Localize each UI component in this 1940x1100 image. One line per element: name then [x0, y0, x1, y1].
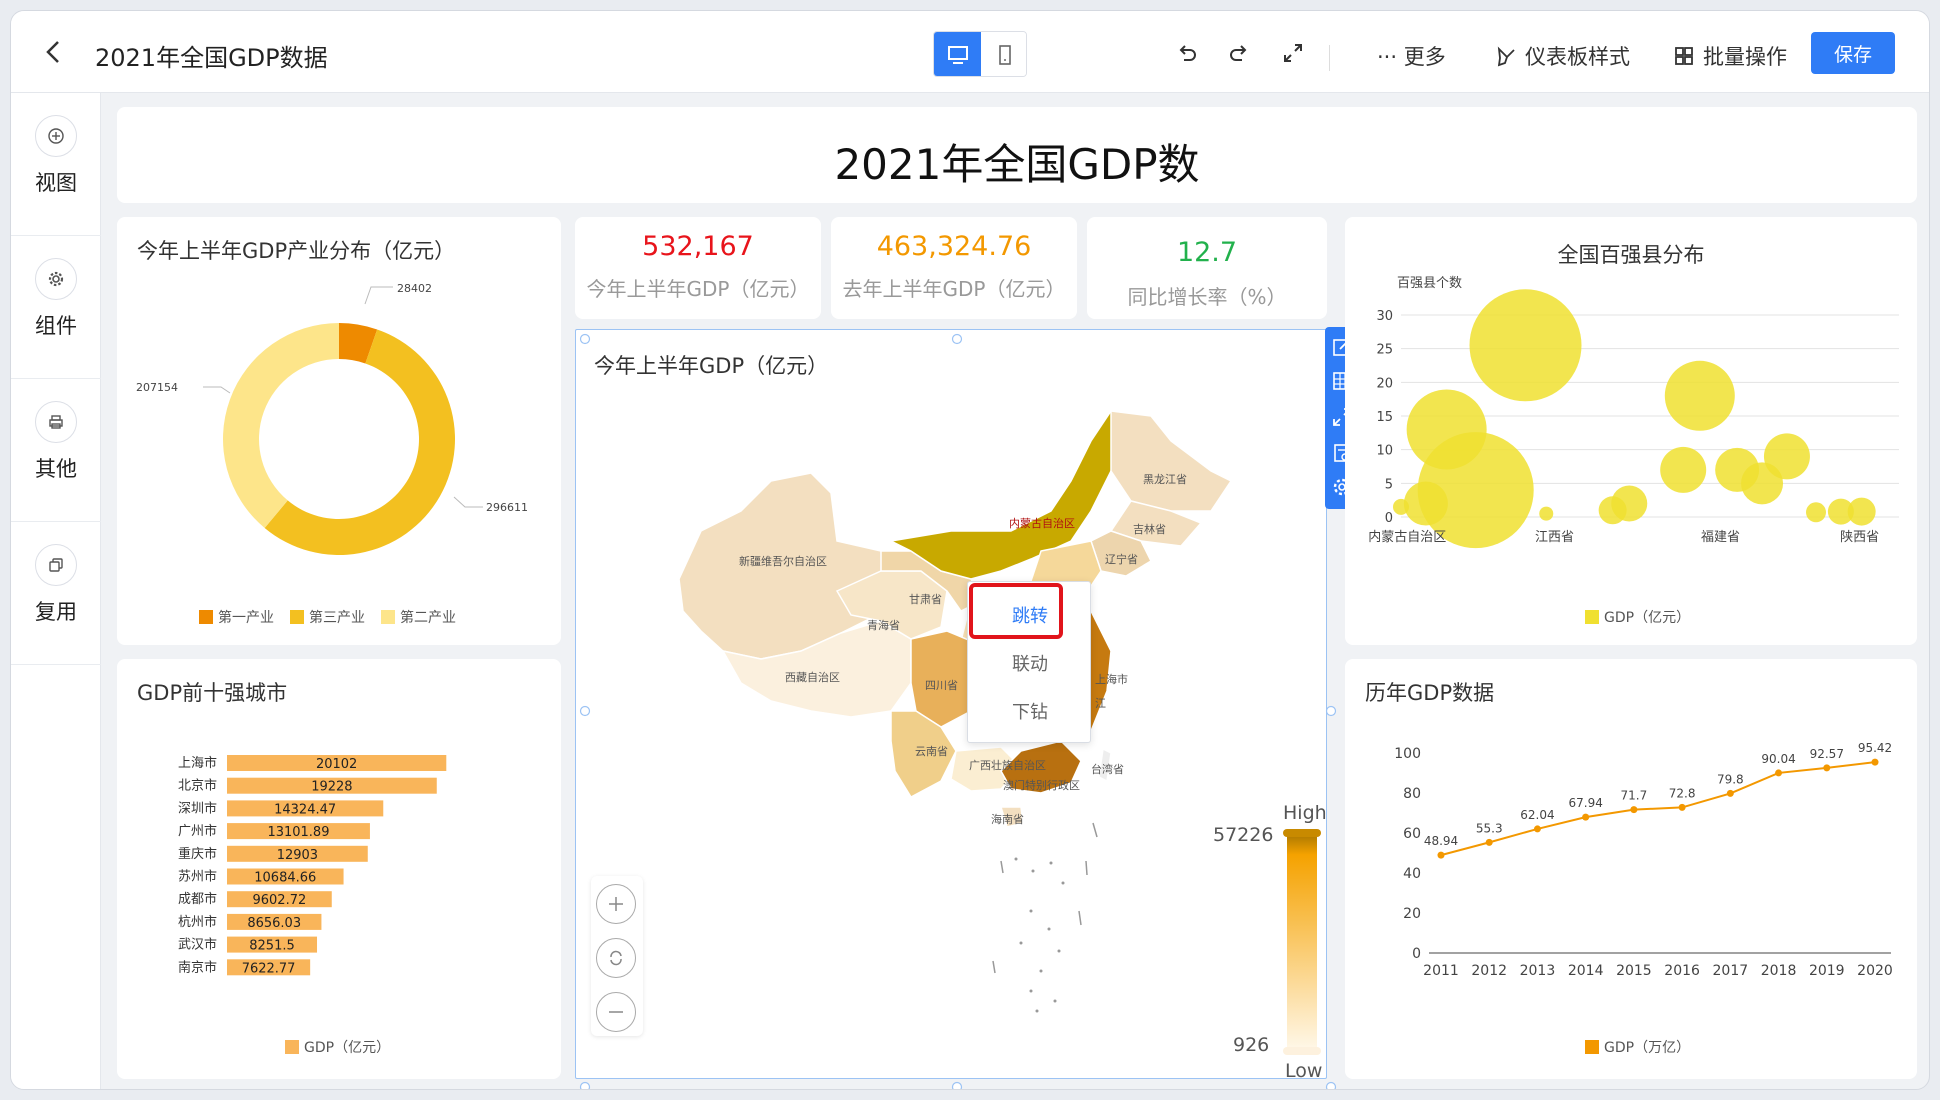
bubble[interactable]: [1611, 485, 1648, 522]
legend-label: GDP（万亿）: [1604, 1040, 1691, 1056]
y-tick-label: 15: [1376, 410, 1393, 425]
x-tick-label: 2011: [1423, 963, 1459, 979]
x-tick-label: 福建省: [1701, 530, 1740, 545]
province-label: 台湾省: [1091, 762, 1124, 776]
top100-counties-card[interactable]: 全国百强县分布 百强县个数 0 5 10 15 20 25 30 内蒙古自治区 江西省 福建省 陕西…: [1345, 217, 1917, 645]
data-point[interactable]: [1582, 813, 1590, 821]
data-label: 95.42: [1858, 741, 1892, 755]
visual-map-high: High: [1283, 802, 1327, 824]
visual-map-gradient[interactable]: [1287, 833, 1317, 1051]
x-tick-label: 内蒙古自治区: [1368, 529, 1446, 545]
province-label: 黑龙江省: [1143, 473, 1187, 486]
y-tick-label: 10: [1376, 444, 1393, 459]
y-tick-label: 25: [1376, 343, 1393, 358]
x-tick-label: 2020: [1857, 963, 1893, 979]
data-point[interactable]: [1775, 769, 1783, 777]
bubble[interactable]: [1806, 502, 1826, 523]
line-legend[interactable]: GDP（万亿）: [1585, 1037, 1690, 1057]
bubble-legend[interactable]: GDP（亿元）: [1585, 607, 1690, 627]
bubble[interactable]: [1763, 433, 1810, 480]
menu-item-drilldown[interactable]: 下钻: [968, 688, 1092, 734]
menu-item-link[interactable]: 联动: [968, 640, 1092, 686]
data-point[interactable]: [1533, 825, 1541, 833]
y-tick-label: 0: [1412, 946, 1421, 962]
y-tick-label: 20: [1376, 376, 1393, 391]
data-point[interactable]: [1823, 764, 1831, 772]
series-line[interactable]: [1440, 761, 1876, 857]
data-point[interactable]: [1726, 789, 1734, 797]
legend-label: GDP（亿元）: [1604, 610, 1691, 626]
y-tick-label: 20: [1403, 906, 1421, 922]
province-label: 甘肃省: [909, 593, 942, 606]
data-label: 92.57: [1810, 747, 1844, 761]
y-tick-label: 30: [1376, 309, 1393, 324]
y-tick-label: 60: [1403, 826, 1421, 842]
bubble[interactable]: [1664, 360, 1735, 431]
bubble[interactable]: [1847, 497, 1876, 526]
data-point[interactable]: [1485, 838, 1493, 846]
bubble[interactable]: [1469, 289, 1582, 402]
visual-map-min: 926: [1233, 1034, 1269, 1056]
y-tick-label: 0: [1385, 511, 1393, 526]
x-tick-label: 2016: [1664, 963, 1700, 979]
data-label: 55.3: [1476, 821, 1503, 835]
bubble[interactable]: [1539, 506, 1554, 521]
province-label: 江: [1095, 697, 1106, 710]
reset-view-icon[interactable]: [596, 938, 636, 978]
visual-map-max: 57226: [1213, 824, 1273, 846]
y-tick-label: 40: [1403, 866, 1421, 882]
x-tick-label: 陕西省: [1840, 530, 1879, 545]
data-point[interactable]: [1630, 806, 1638, 814]
province-label: 广西壮族自治区: [969, 758, 1046, 772]
x-tick-label: 2015: [1616, 963, 1652, 979]
data-label: 90.04: [1761, 752, 1795, 766]
zoom-in-icon[interactable]: [596, 884, 636, 924]
y-tick-label: 80: [1403, 786, 1421, 802]
data-point[interactable]: [1871, 758, 1879, 766]
data-label: 67.94: [1568, 796, 1602, 810]
province-label: 新疆维吾尔自治区: [739, 554, 827, 568]
line-chart: 0 20 40 60 80 100 48.94 2011 55.3 2012 62.04 2013 67…: [1394, 741, 1893, 979]
province-label: 澳门特别行政区: [1003, 778, 1080, 792]
y-tick-label: 5: [1385, 477, 1393, 492]
y-axis-title: 百强县个数: [1397, 276, 1462, 291]
province-label: 海南省: [991, 812, 1024, 826]
province-label: 上海市: [1095, 672, 1128, 686]
visual-map-low: Low: [1285, 1060, 1322, 1082]
app-window: 2021年全国GDP数据 ··· 更多 仪表板样式 批量操作 保存 视图 组件 …: [10, 10, 1930, 1090]
data-point[interactable]: [1678, 803, 1686, 811]
map-zoom-controls: [591, 876, 643, 1036]
province-label: 辽宁省: [1105, 552, 1138, 566]
data-label: 48.94: [1424, 834, 1458, 848]
province-label: 青海省: [867, 618, 900, 632]
y-tick-label: 100: [1394, 746, 1421, 762]
data-label: 62.04: [1520, 808, 1554, 822]
x-tick-label: 2019: [1809, 963, 1845, 979]
highlight-box: [969, 583, 1063, 639]
x-tick-label: 2013: [1520, 963, 1556, 979]
x-tick-label: 2012: [1471, 963, 1507, 979]
data-point[interactable]: [1437, 851, 1445, 859]
visual-map-handle-bottom[interactable]: [1283, 1047, 1321, 1055]
zoom-out-icon[interactable]: [596, 992, 636, 1032]
bubble-chart: 百强县个数 0 5 10 15 20 25 30 内蒙古自治区 江西省 福建省 陕西省: [1368, 276, 1899, 549]
visual-map-handle-top[interactable]: [1283, 829, 1321, 837]
x-tick-label: 2014: [1568, 963, 1604, 979]
south-sea-islands: [992, 822, 1098, 1013]
x-tick-label: 2017: [1713, 963, 1749, 979]
x-tick-label: 江西省: [1535, 530, 1574, 545]
data-label: 71.7: [1621, 789, 1648, 803]
data-label: 79.8: [1717, 772, 1744, 786]
bubble[interactable]: [1660, 446, 1707, 493]
province-heilongjiang[interactable]: [1110, 410, 1233, 512]
province-label: 西藏自治区: [785, 670, 840, 684]
x-tick-label: 2018: [1761, 963, 1797, 979]
province-label: 云南省: [915, 745, 948, 758]
data-label: 72.8: [1669, 786, 1696, 800]
province-label: 吉林省: [1133, 522, 1166, 536]
province-label: 四川省: [925, 679, 958, 692]
province-label: 内蒙古自治区: [1009, 516, 1075, 530]
yearly-gdp-card[interactable]: 历年GDP数据 0 20 40 60 80 100 48.94 2011 55.3 2012 62.…: [1345, 659, 1917, 1079]
